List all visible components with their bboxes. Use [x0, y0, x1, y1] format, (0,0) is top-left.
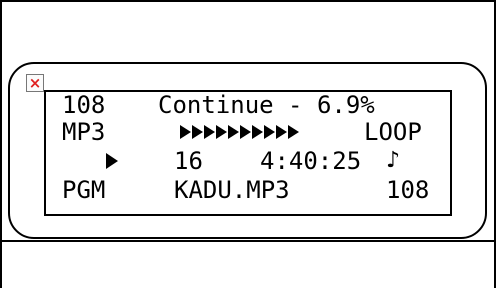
music-note-icon: ♪ [386, 148, 401, 173]
progress-segment [288, 125, 299, 139]
filename: KADU.MP3 [174, 176, 290, 204]
progress-segment [228, 125, 239, 139]
program-label: PGM [62, 176, 106, 204]
progress-segment [180, 125, 191, 139]
progress-segment [276, 125, 287, 139]
mode-text: Continue - 6.9% [158, 91, 375, 119]
lcd-row-3: 16 4:40:25 ♪ [46, 148, 450, 174]
lcd-row-4: PGM KADU.MP3 108 [46, 177, 450, 203]
format-label: MP3 [62, 118, 106, 146]
progress-segment [204, 125, 215, 139]
progress-indicator [180, 125, 299, 139]
progress-segment [264, 125, 275, 139]
total-tracks: 108 [386, 176, 430, 204]
loop-label: LOOP [364, 118, 422, 146]
progress-segment [240, 125, 251, 139]
play-icon [106, 153, 118, 169]
lcd-row-1: 108 Continue - 6.9% [46, 92, 450, 118]
window-divider [0, 240, 496, 242]
track-index: 16 [174, 147, 203, 175]
close-button[interactable]: × [26, 74, 44, 92]
close-icon: × [28, 74, 42, 92]
progress-segment [252, 125, 263, 139]
lcd-display: 108 Continue - 6.9% MP3 LOOP 16 4:40:25 … [44, 90, 452, 216]
lcd-row-2: MP3 LOOP [46, 119, 450, 145]
track-number: 108 [62, 91, 106, 119]
progress-segment [216, 125, 227, 139]
progress-segment [192, 125, 203, 139]
elapsed-time: 4:40:25 [260, 147, 362, 175]
